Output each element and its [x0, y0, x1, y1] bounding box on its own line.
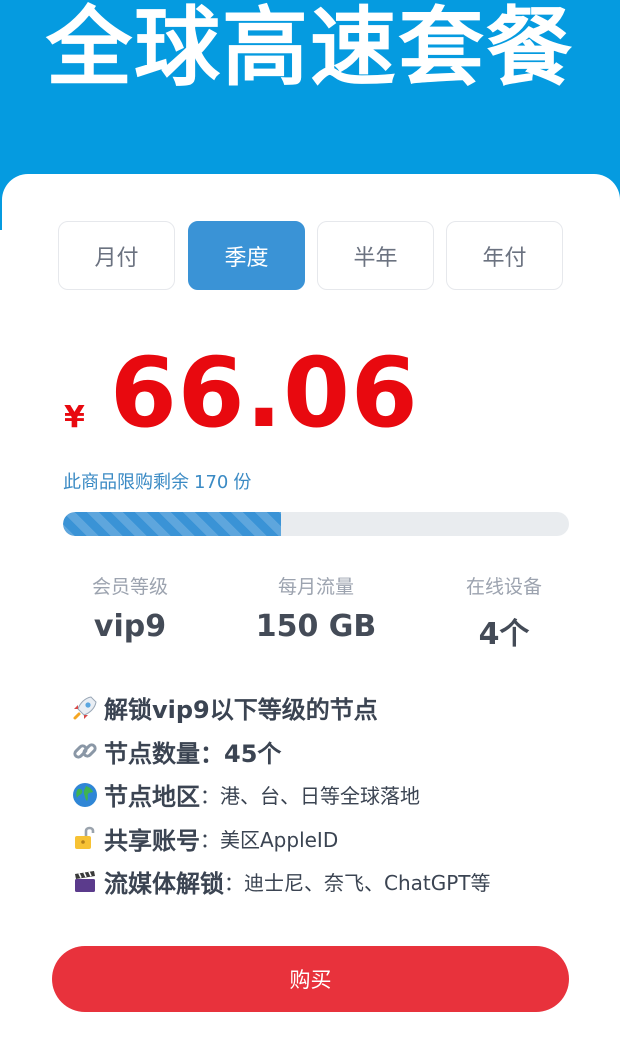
- feature-item: 节点地区：港、台、日等全球落地: [68, 773, 608, 817]
- tab-monthly[interactable]: 月付: [58, 221, 175, 290]
- currency-symbol: ¥: [64, 400, 85, 435]
- feature-item: 解锁vip9以下等级的节点: [68, 686, 608, 730]
- stat-monthly-traffic: 每月流量 150 GB: [216, 572, 416, 644]
- feature-separator: ：: [200, 827, 220, 852]
- globe-icon: [68, 780, 102, 810]
- feature-head: 解锁vip9以下等级的节点: [104, 696, 378, 725]
- stock-suffix: 份: [233, 472, 252, 493]
- feature-list: 解锁vip9以下等级的节点 节点数量：45个 节点地区：港、台、日等全球落地 共…: [68, 686, 608, 904]
- billing-period-tabs: 月付 季度 半年 年付: [58, 221, 564, 291]
- stat-label: 会员等级: [91, 576, 168, 598]
- feature-head: 节点地区: [104, 783, 200, 812]
- feature-head: 流媒体解锁: [104, 870, 224, 899]
- buy-button[interactable]: 购买: [52, 946, 569, 1012]
- rocket-icon: [68, 693, 102, 723]
- stat-label: 每月流量: [277, 576, 354, 598]
- plan-card: 月付 季度 半年 年付 ¥ 66.06 此商品限购剩余 170 份 会员等级 vip…: [2, 174, 620, 1058]
- stock-prefix: 此商品限购剩余: [63, 472, 189, 493]
- tab-half-year[interactable]: 半年: [317, 221, 434, 290]
- stat-value: 4个: [478, 617, 530, 652]
- stock-remaining-text: 此商品限购剩余 170 份: [63, 468, 251, 494]
- tab-quarterly[interactable]: 季度: [188, 221, 305, 290]
- stock-progress-bar: [63, 512, 569, 536]
- feature-item: 共享账号：美区AppleID: [68, 817, 608, 861]
- stat-label: 在线设备: [465, 576, 542, 598]
- feature-desc: 迪士尼、奈飞、ChatGPT等: [244, 871, 491, 896]
- stock-count: 170: [194, 472, 229, 493]
- feature-desc: 美区AppleID: [220, 827, 339, 852]
- stat-value: vip9: [93, 609, 167, 644]
- price-amount: 66.06: [110, 337, 419, 449]
- feature-desc: 港、台、日等全球落地: [220, 784, 420, 809]
- feature-item: 流媒体解锁：迪士尼、奈飞、ChatGPT等: [68, 860, 608, 904]
- tab-yearly[interactable]: 年付: [446, 221, 563, 290]
- stock-progress-fill: [63, 512, 281, 536]
- page-title: 全球高速套餐: [46, 0, 574, 98]
- plan-stats: 会员等级 vip9 每月流量 150 GB 在线设备 4个: [2, 572, 620, 652]
- feature-item: 节点数量：45个: [68, 730, 608, 774]
- link-icon: [68, 736, 102, 766]
- clapperboard-icon: [68, 867, 102, 897]
- feature-head: 共享账号: [104, 826, 200, 855]
- unlocked-lock-icon: [68, 823, 102, 853]
- feature-separator: ：: [224, 871, 244, 896]
- price-display: ¥ 66.06: [62, 338, 562, 448]
- feature-separator: ：: [200, 784, 220, 809]
- feature-head: 节点数量：45个: [104, 739, 282, 768]
- stat-member-level: 会员等级 vip9: [30, 572, 230, 644]
- stat-online-devices: 在线设备 4个: [404, 572, 604, 653]
- stat-value: 150 GB: [255, 609, 377, 644]
